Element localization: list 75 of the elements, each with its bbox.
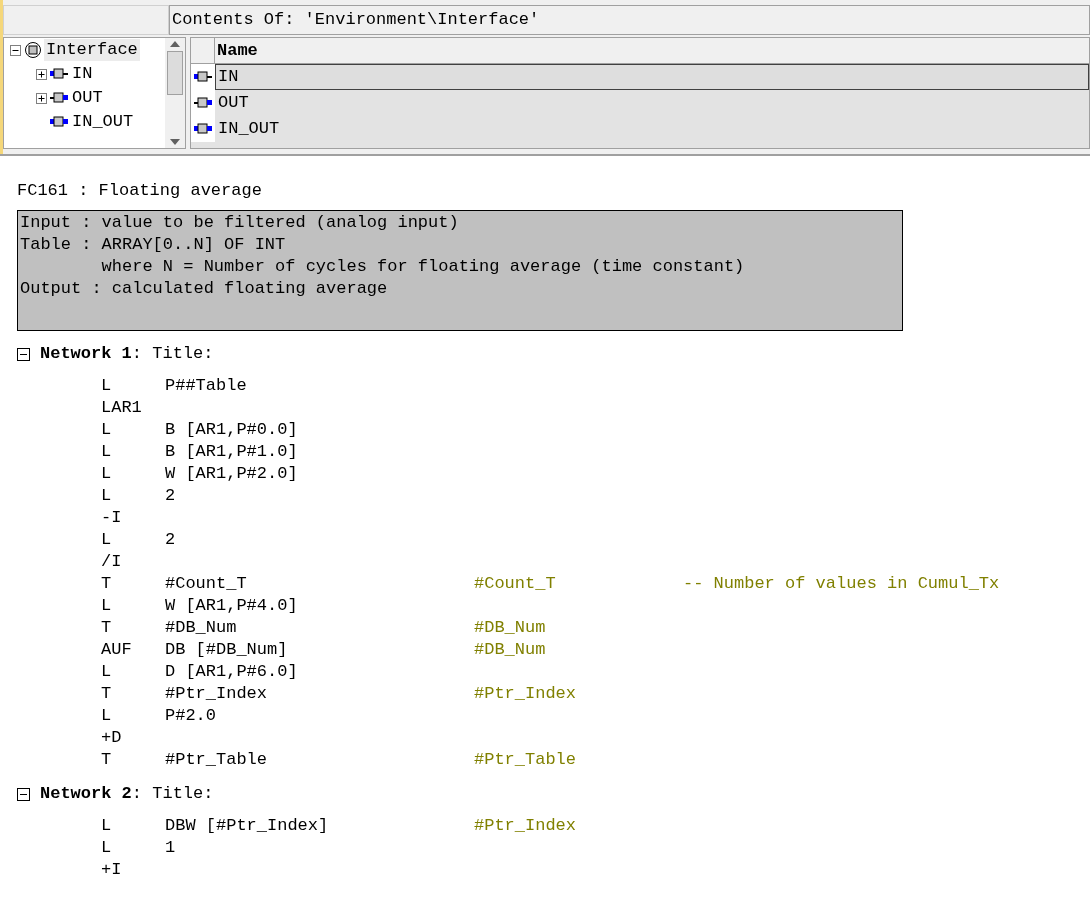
instruction: L bbox=[101, 529, 113, 551]
operand: #DB_Num bbox=[165, 618, 237, 637]
tree-item[interactable]: IN bbox=[70, 63, 95, 85]
instruction: L bbox=[101, 441, 113, 463]
network-name: Network 2 bbox=[40, 783, 132, 806]
instruction: -I bbox=[101, 507, 123, 529]
instruction: AUF bbox=[101, 639, 133, 661]
instruction: L bbox=[101, 837, 113, 859]
symbol-comment: #Ptr_Table bbox=[474, 750, 577, 769]
tree-item[interactable]: OUT bbox=[70, 87, 105, 109]
operand: P##Table bbox=[165, 376, 247, 395]
symbol-comment: #Ptr_Index bbox=[474, 684, 577, 703]
connector-icon bbox=[194, 97, 212, 109]
connector-icon bbox=[194, 123, 212, 135]
symbol-comment: #DB_Num bbox=[474, 640, 546, 659]
instruction: L bbox=[101, 705, 113, 727]
scrollbar[interactable] bbox=[165, 38, 185, 148]
connector-icon bbox=[50, 68, 68, 80]
instruction: T bbox=[101, 749, 113, 771]
table-row[interactable]: IN bbox=[215, 64, 1089, 90]
operand: B [AR1,P#0.0] bbox=[165, 420, 298, 439]
instruction: LAR1 bbox=[101, 397, 143, 419]
instruction: T bbox=[101, 617, 113, 639]
block-title: FC161 : Floating average bbox=[17, 180, 262, 202]
line-comment: -- Number of values in Cumul_Tx bbox=[683, 573, 1000, 595]
instruction: L bbox=[101, 485, 113, 507]
instruction: T bbox=[101, 573, 113, 595]
operand: DB [#DB_Num] bbox=[165, 640, 288, 659]
collapse-icon[interactable] bbox=[10, 44, 21, 56]
scroll-down-icon[interactable] bbox=[170, 139, 180, 145]
instruction: +D bbox=[101, 727, 123, 749]
symbol-comment: #Count_T bbox=[474, 574, 556, 593]
table-row[interactable]: OUT bbox=[215, 90, 1089, 116]
instruction: L bbox=[101, 463, 113, 485]
expand-icon[interactable] bbox=[36, 68, 47, 80]
connector-icon bbox=[50, 92, 68, 104]
contents-header: Contents Of: 'Environment\Interface' bbox=[172, 9, 540, 32]
collapse-icon[interactable] bbox=[17, 347, 30, 361]
instruction: L bbox=[101, 661, 113, 683]
operand: D [AR1,P#6.0] bbox=[165, 662, 298, 681]
column-header[interactable]: Name bbox=[215, 38, 1089, 63]
table-row[interactable]: IN_OUT bbox=[215, 116, 1089, 142]
operand: W [AR1,P#4.0] bbox=[165, 596, 298, 615]
tree-item[interactable]: Interface bbox=[44, 39, 140, 61]
operand: 2 bbox=[165, 486, 176, 505]
tree-item[interactable]: IN_OUT bbox=[70, 111, 136, 133]
collapse-icon[interactable] bbox=[17, 787, 30, 801]
operand: #Ptr_Table bbox=[165, 750, 268, 769]
expand-icon[interactable] bbox=[36, 92, 47, 104]
instruction: +I bbox=[101, 859, 123, 881]
instruction: L bbox=[101, 595, 113, 617]
operand: B [AR1,P#1.0] bbox=[165, 442, 298, 461]
scroll-thumb[interactable] bbox=[167, 51, 183, 95]
network-title: : Title: bbox=[131, 343, 214, 366]
instruction: T bbox=[101, 683, 113, 705]
symbol-comment: #DB_Num bbox=[474, 618, 546, 637]
network-name: Network 1 bbox=[40, 343, 132, 366]
operand: #Ptr_Index bbox=[165, 684, 268, 703]
operand: DBW [#Ptr_Index] bbox=[165, 816, 329, 835]
instruction: L bbox=[101, 375, 113, 397]
interface-icon bbox=[24, 41, 42, 59]
operand: 2 bbox=[165, 530, 176, 549]
symbol-comment: #Ptr_Index bbox=[474, 816, 577, 835]
operand: #Count_T bbox=[165, 574, 247, 593]
instruction: L bbox=[101, 419, 113, 441]
operand: W [AR1,P#2.0] bbox=[165, 464, 298, 483]
connector-icon bbox=[194, 71, 212, 83]
operand: P#2.0 bbox=[165, 706, 216, 725]
instruction: /I bbox=[101, 551, 123, 573]
scroll-up-icon[interactable] bbox=[170, 41, 180, 47]
block-comment: Input : value to be filtered (analog input) Table : ARRAY[0..N] OF INT where N = Number of cycles for floating average (time constant) Output : calculated floating average bbox=[17, 210, 903, 331]
network-title: : Title: bbox=[131, 783, 214, 806]
operand: 1 bbox=[165, 838, 176, 857]
connector-icon bbox=[50, 116, 68, 128]
instruction: L bbox=[101, 815, 113, 837]
